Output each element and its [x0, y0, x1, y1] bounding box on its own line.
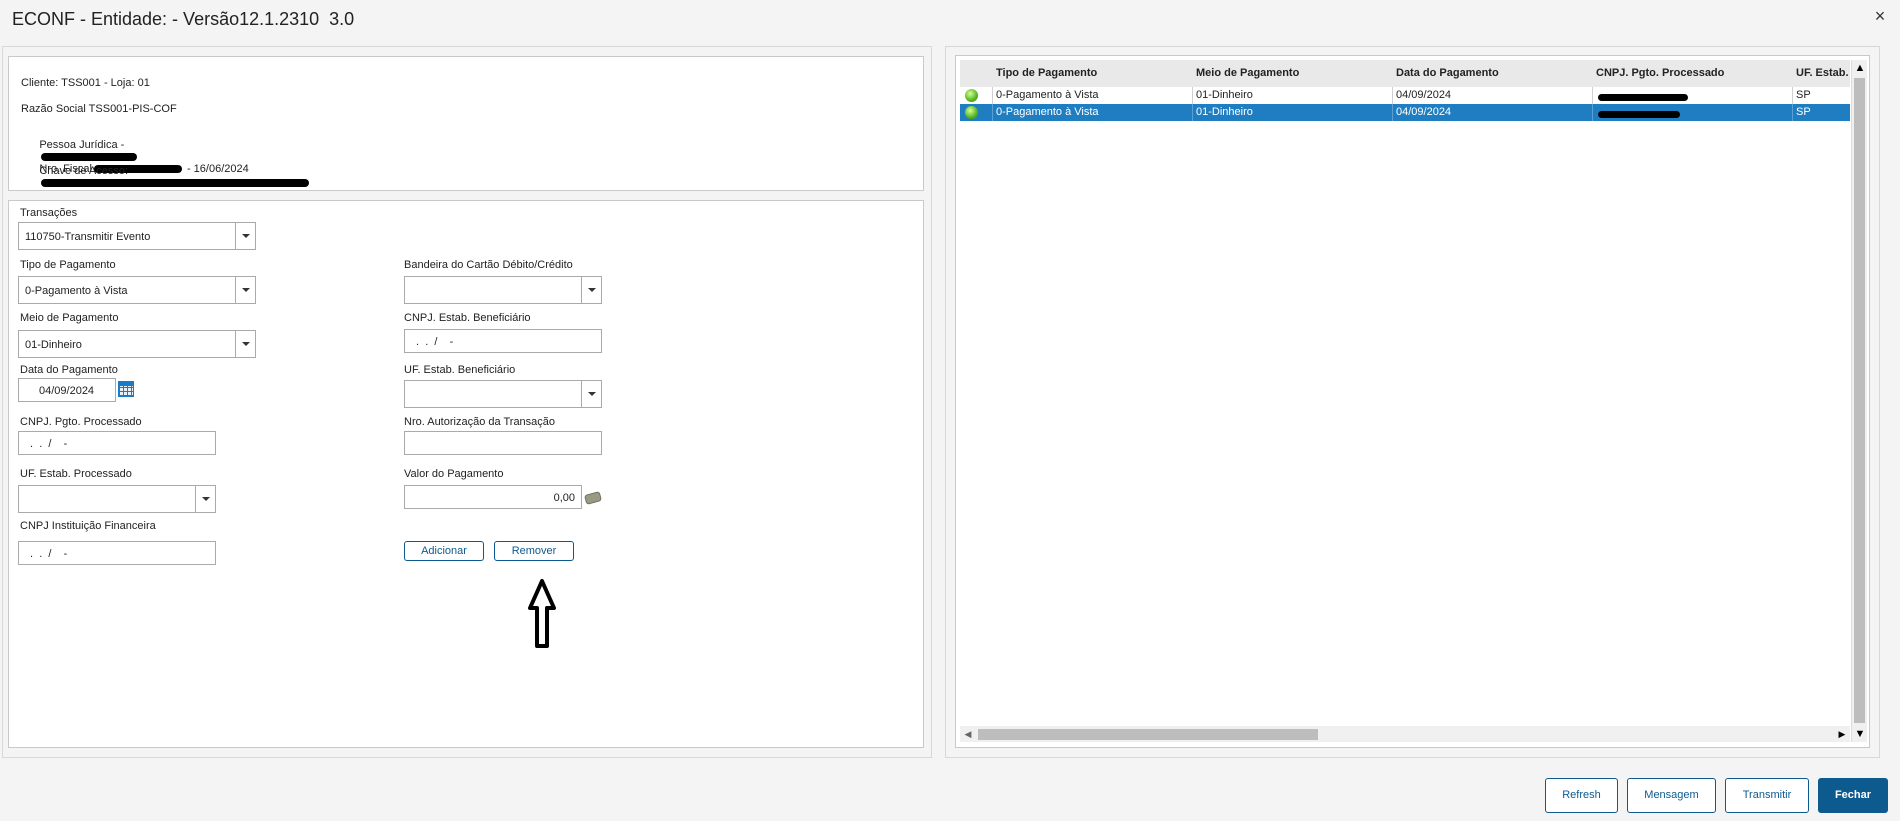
transmitir-button[interactable]: Transmitir — [1725, 778, 1809, 813]
column-header[interactable]: CNPJ. Pgto. Processado — [1596, 67, 1792, 79]
table-row[interactable]: 0-Pagamento à Vista 01-Dinheiro 04/09/20… — [960, 87, 1850, 104]
cnpj-processado-value: . . / - — [27, 438, 68, 450]
chave-acesso-label: Chave de Acesso: — [39, 165, 129, 177]
econf-window: ECONF - Entidade: - Versão12.1.2310 3.0 … — [0, 0, 1900, 821]
redacted-cnpj — [1598, 110, 1680, 118]
chevron-down-icon[interactable] — [235, 223, 255, 249]
transacoes-value: 110750-Transmitir Evento — [25, 231, 151, 243]
cnpj-instituicao-value: . . / - — [27, 548, 68, 560]
column-divider — [1392, 87, 1393, 104]
cell-cnpj — [1596, 108, 1792, 120]
nro-autorizacao-label: Nro. Autorização da Transação — [404, 416, 556, 428]
cliente-text: Cliente: TSS001 - Loja: 01 — [21, 77, 150, 89]
bandeira-select[interactable] — [404, 276, 602, 304]
valor-pagamento-value: 0,00 — [553, 492, 575, 504]
column-header[interactable]: Meio de Pagamento — [1196, 67, 1392, 79]
column-header[interactable]: Tipo de Pagamento — [996, 67, 1192, 79]
title-bar: ECONF - Entidade: - Versão12.1.2310 3.0 … — [0, 0, 1900, 40]
uf-processado-select[interactable] — [18, 485, 216, 513]
cell-data: 04/09/2024 — [1396, 106, 1452, 118]
table-row-selected[interactable]: 0-Pagamento à Vista 01-Dinheiro 04/09/20… — [960, 104, 1850, 121]
chevron-down-icon[interactable] — [581, 277, 601, 303]
horizontal-scrollbar[interactable]: ◀ ▶ — [960, 726, 1850, 742]
payments-grid — [955, 55, 1870, 748]
horizontal-scroll-thumb[interactable] — [978, 729, 1318, 740]
uf-processado-label: UF. Estab. Processado — [20, 468, 132, 480]
cell-uf: SP — [1796, 89, 1811, 101]
mensagem-button[interactable]: Mensagem — [1627, 778, 1716, 813]
scroll-down-icon[interactable]: ▼ — [1852, 726, 1868, 742]
vertical-scrollbar[interactable]: ▲ ▼ — [1851, 60, 1867, 742]
column-divider — [1792, 104, 1793, 121]
data-pagamento-value: 04/09/2024 — [39, 385, 95, 397]
nro-autorizacao-input[interactable] — [404, 431, 602, 455]
transacoes-select[interactable]: 110750-Transmitir Evento — [18, 222, 256, 250]
tipo-pagamento-value: 0-Pagamento à Vista — [25, 285, 128, 297]
refresh-button[interactable]: Refresh — [1545, 778, 1618, 813]
column-divider — [1192, 104, 1193, 121]
cell-cnpj — [1596, 91, 1792, 103]
cnpj-processado-label: CNPJ. Pgto. Processado — [20, 416, 142, 428]
uf-beneficiario-select[interactable] — [404, 380, 602, 408]
column-divider — [1792, 87, 1793, 104]
remover-button[interactable]: Remover — [494, 541, 574, 561]
chevron-down-icon[interactable] — [235, 331, 255, 357]
data-pagamento-label: Data do Pagamento — [20, 364, 118, 376]
cnpj-instituicao-input[interactable]: . . / - — [18, 541, 216, 565]
green-status-icon — [965, 106, 978, 119]
meio-pagamento-select[interactable]: 01-Dinheiro — [18, 330, 256, 358]
chave-acesso-line: Chave de Acesso: — [21, 153, 311, 201]
transacoes-label: Transações — [20, 207, 78, 219]
cell-meio: 01-Dinheiro — [1196, 106, 1253, 118]
close-icon[interactable]: × — [1870, 6, 1890, 26]
column-divider — [992, 87, 993, 104]
window-title: ECONF - Entidade: - Versão12.1.2310 3.0 — [12, 9, 355, 29]
green-status-icon — [965, 89, 978, 102]
calendar-icon[interactable] — [118, 381, 134, 397]
cnpj-beneficiario-input[interactable]: . . / - — [404, 329, 602, 353]
meio-pagamento-value: 01-Dinheiro — [25, 339, 82, 351]
valor-pagamento-input[interactable]: 0,00 — [404, 485, 582, 509]
cnpj-beneficiario-value: . . / - — [413, 336, 454, 348]
vertical-scroll-thumb[interactable] — [1854, 78, 1865, 723]
scroll-left-icon[interactable]: ◀ — [960, 726, 976, 742]
column-header[interactable]: Data do Pagamento — [1396, 67, 1592, 79]
column-divider — [1592, 104, 1593, 121]
chevron-down-icon[interactable] — [195, 486, 215, 512]
scroll-up-icon[interactable]: ▲ — [1852, 60, 1868, 76]
cell-tipo: 0-Pagamento à Vista — [996, 106, 1099, 118]
column-divider — [992, 104, 993, 121]
cell-meio: 01-Dinheiro — [1196, 89, 1253, 101]
redacted-chave — [41, 179, 310, 188]
fechar-button[interactable]: Fechar — [1818, 778, 1888, 813]
scroll-right-icon[interactable]: ▶ — [1834, 726, 1850, 742]
valor-pagamento-label: Valor do Pagamento — [404, 468, 504, 480]
cell-data: 04/09/2024 — [1396, 89, 1452, 101]
cnpj-instituicao-label: CNPJ Instituição Financeira — [20, 520, 156, 532]
tipo-pagamento-select[interactable]: 0-Pagamento à Vista — [18, 276, 256, 304]
meio-pagamento-label: Meio de Pagamento — [20, 312, 119, 324]
cnpj-processado-input[interactable]: . . / - — [18, 431, 216, 455]
cell-tipo: 0-Pagamento à Vista — [996, 89, 1099, 101]
redacted-cnpj — [1598, 93, 1688, 101]
data-pagamento-input[interactable]: 04/09/2024 — [18, 378, 116, 402]
adicionar-button[interactable]: Adicionar — [404, 541, 484, 561]
document-info-box: Cliente: TSS001 - Loja: 01 Razão Social … — [8, 56, 924, 191]
cell-uf: SP — [1796, 106, 1811, 118]
column-divider — [1192, 87, 1193, 104]
uf-beneficiario-label: UF. Estab. Beneficiário — [404, 364, 516, 376]
razao-social-text: Razão Social TSS001-PIS-COF — [21, 103, 177, 115]
chevron-down-icon[interactable] — [581, 381, 601, 407]
pessoa-juridica-label: Pessoa Jurídica - — [39, 139, 125, 151]
column-divider — [1592, 87, 1593, 104]
tipo-pagamento-label: Tipo de Pagamento — [20, 259, 116, 271]
column-header[interactable]: UF. Estab. — [1796, 67, 1848, 79]
grid-header: Tipo de Pagamento Meio de Pagamento Data… — [960, 60, 1850, 87]
chevron-down-icon[interactable] — [235, 277, 255, 303]
column-divider — [1392, 104, 1393, 121]
cnpj-beneficiario-label: CNPJ. Estab. Beneficiário — [404, 312, 531, 324]
bandeira-label: Bandeira do Cartão Débito/Crédito — [404, 259, 573, 271]
up-arrow-annotation-icon — [528, 579, 556, 648]
